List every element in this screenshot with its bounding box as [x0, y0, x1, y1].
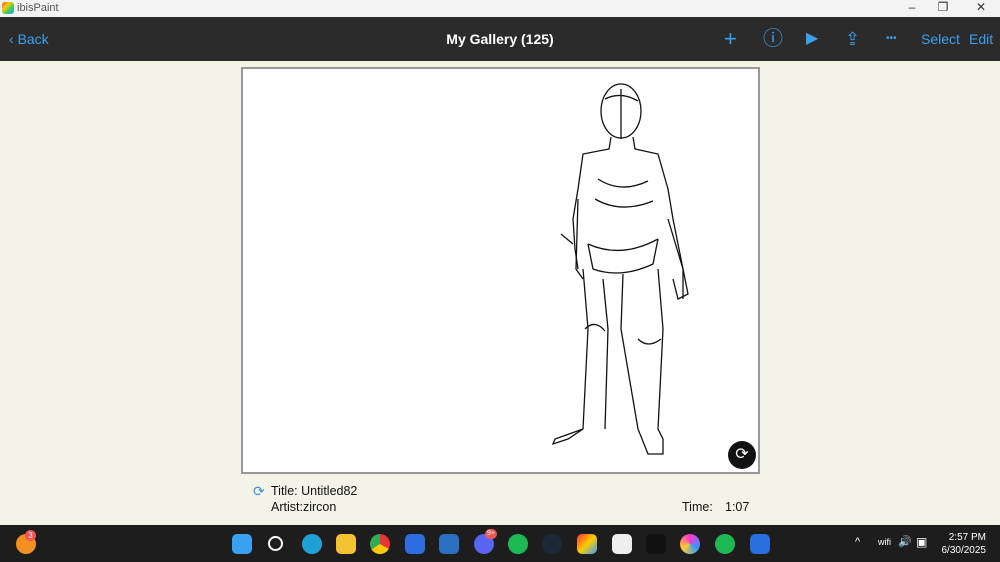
artwork-title: Title: Untitled82 [271, 484, 358, 498]
clock-time: 2:57 PM [948, 532, 986, 543]
color-app-icon[interactable] [680, 534, 700, 554]
minimize-button[interactable]: – [897, 0, 927, 14]
time-value: 1:07 [725, 500, 750, 514]
spotify-icon[interactable] [508, 534, 528, 554]
title-bar: ibisPaint – ❐ ✕ [0, 0, 1000, 17]
file-explorer-icon[interactable] [336, 534, 356, 554]
time-label: Time: [682, 500, 713, 514]
start-icon[interactable] [232, 534, 252, 554]
notification-badge: 3 [25, 530, 36, 541]
roblox-icon[interactable] [750, 534, 770, 554]
more-icon[interactable]: ••• [886, 17, 897, 61]
sync-icon[interactable]: ⟳ [253, 483, 265, 500]
tray-chevron-icon[interactable]: ^ [855, 536, 860, 548]
rotate-button[interactable]: ⟳ [728, 441, 756, 469]
volume-icon[interactable]: 🔊 [898, 535, 912, 548]
audio-app-icon[interactable] [646, 534, 666, 554]
search-icon[interactable] [268, 536, 283, 551]
figure-sketch [551, 83, 689, 455]
ibispaint-logo-icon [2, 2, 14, 14]
battery-icon[interactable]: ▣ [916, 535, 927, 549]
taskbar: 3 9+ ^ wifi 🔊 ▣ 2:57 PM 6/30/2025 [0, 525, 1000, 562]
artwork-artist: Artist:zircon [271, 500, 337, 514]
wifi-icon[interactable]: wifi [878, 537, 891, 547]
ibispaint-icon[interactable] [577, 534, 597, 554]
restore-button[interactable]: ❐ [928, 0, 958, 14]
edit-button[interactable]: Edit [969, 17, 993, 61]
share-icon[interactable]: ⇪ [845, 17, 860, 61]
spotify-icon-2[interactable] [715, 534, 735, 554]
clock-date: 6/30/2025 [941, 545, 987, 556]
discord-badge: 9+ [485, 529, 497, 539]
snipping-icon[interactable] [612, 534, 632, 554]
add-icon[interactable]: + [724, 17, 737, 61]
gallery-toolbar: ‹ Back My Gallery (125) + ⓘ ▶ ⇪ ••• Sele… [0, 17, 1000, 61]
close-button[interactable]: ✕ [966, 0, 996, 14]
play-icon[interactable]: ▶ [806, 17, 818, 61]
edge-icon[interactable] [302, 534, 322, 554]
app-icon[interactable] [405, 534, 425, 554]
info-icon[interactable]: ⓘ [763, 17, 783, 61]
steam-icon[interactable] [542, 534, 562, 554]
select-button[interactable]: Select [921, 17, 960, 61]
artwork-preview[interactable]: ⟳ [241, 67, 760, 474]
chrome-icon[interactable] [370, 534, 390, 554]
clock[interactable]: 2:57 PM 6/30/2025 [942, 531, 987, 557]
app-name: ibisPaint [17, 2, 59, 14]
photos-icon[interactable] [439, 534, 459, 554]
